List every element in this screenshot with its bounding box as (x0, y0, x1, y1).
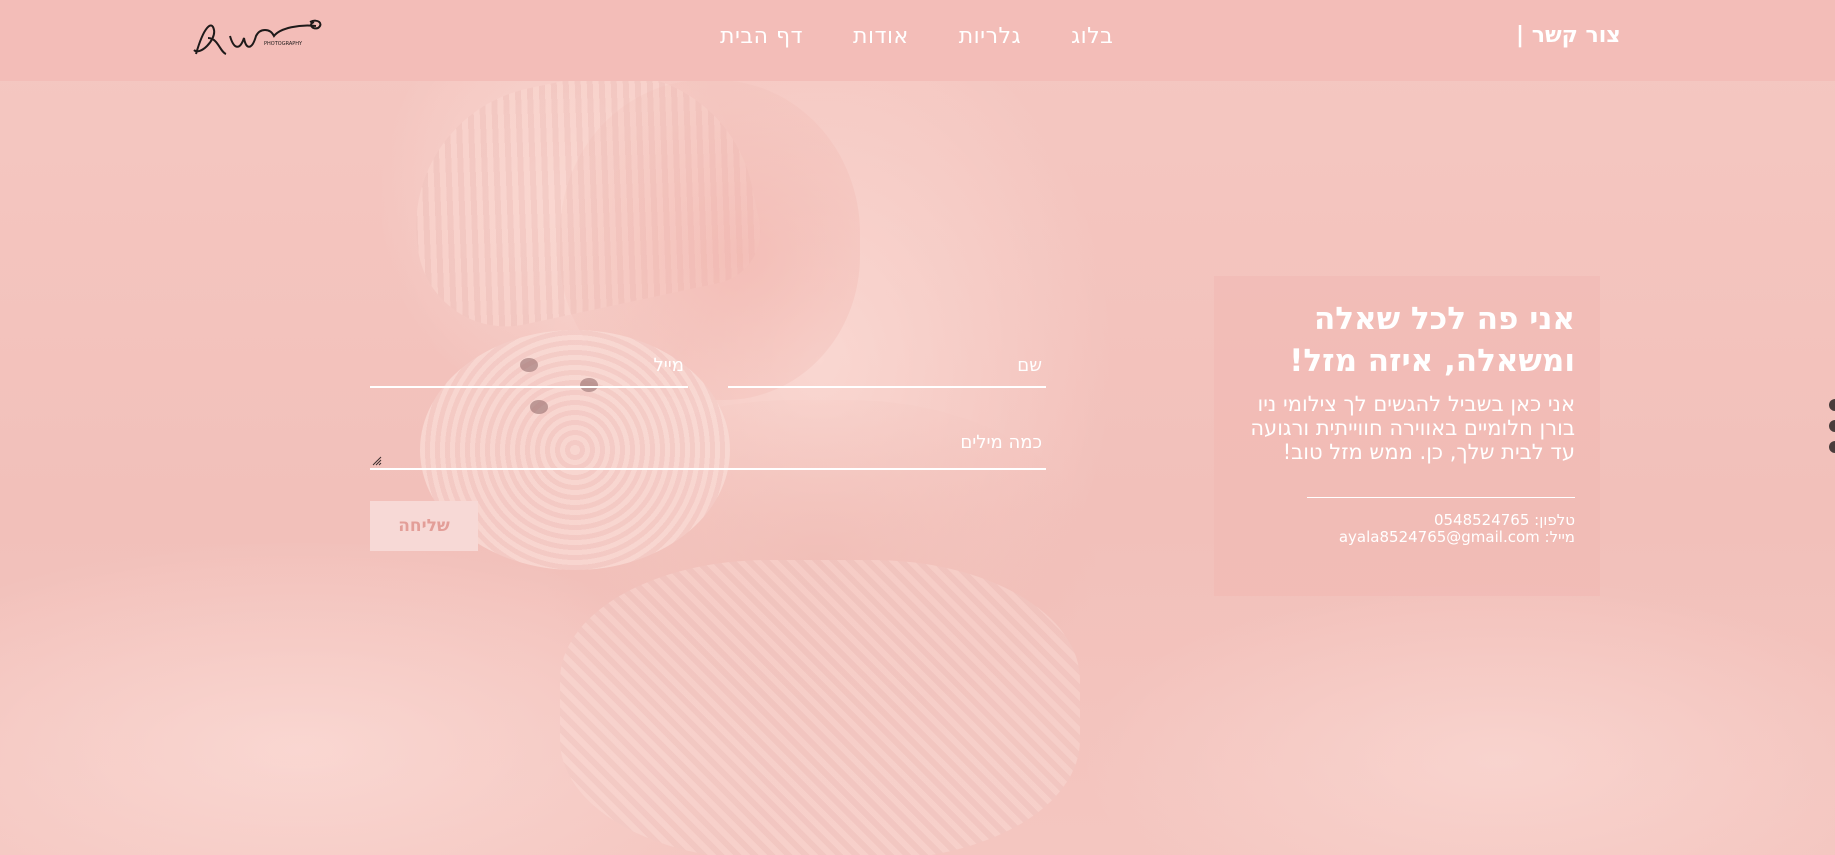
nav-item-about[interactable]: אודות (853, 24, 909, 49)
site-logo[interactable]: PHOTOGRAPHY (190, 16, 330, 62)
main-nav: דף הבית אודות גלריות בלוג (720, 24, 1113, 49)
nav-item-home[interactable]: דף הבית (720, 24, 803, 49)
section-dot[interactable] (1829, 420, 1835, 432)
card-text-line: אני כאן בשביל להגשים לך צילומי ניו (1257, 392, 1575, 416)
nav-item-blog[interactable]: בלוג (1071, 24, 1113, 49)
card-contact-details: טלפון: 0548524765 מייל: ayala8524765@gma… (1235, 512, 1575, 546)
message-textarea[interactable] (370, 424, 1046, 468)
email-text[interactable]: מייל: ayala8524765@gmail.com (1235, 529, 1575, 546)
card-text-line: עד לבית שלך, כן. ממש מזל טוב! (1282, 440, 1575, 464)
card-title: אני פה לכל שאלה ומשאלה, איזה מזל! (1235, 298, 1575, 382)
section-dots-nav (1829, 399, 1835, 462)
card-divider (1307, 497, 1575, 498)
submit-button[interactable]: שליחה (370, 501, 478, 551)
card-description: אני כאן בשביל להגשים לך צילומי ניו בורן … (1225, 392, 1575, 464)
name-input[interactable] (728, 344, 1046, 386)
site-header: PHOTOGRAPHY דף הבית אודות גלריות בלוג צו… (0, 0, 1835, 81)
card-title-line: ומשאלה, איזה מזל! (1289, 343, 1575, 379)
section-dot[interactable] (1829, 441, 1835, 453)
page: PHOTOGRAPHY דף הבית אודות גלריות בלוג צו… (0, 0, 1835, 855)
message-field (370, 424, 1046, 470)
nav-item-galleries[interactable]: גלריות (959, 24, 1021, 49)
section-dot[interactable] (1829, 399, 1835, 411)
resize-handle-icon[interactable] (372, 456, 382, 466)
name-field (728, 344, 1046, 388)
email-field (370, 344, 688, 388)
teddy-eye (530, 400, 548, 414)
phone-text: טלפון: 0548524765 (1433, 511, 1575, 529)
contact-info-card: אני פה לכל שאלה ומשאלה, איזה מזל! אני כא… (1214, 276, 1600, 596)
card-title-line: אני פה לכל שאלה (1313, 301, 1575, 337)
baby-wrap-image (560, 560, 1080, 855)
logo-text: PHOTOGRAPHY (264, 41, 303, 47)
card-text-line: בורן חלומיים באווירה חווייתית ורגועה (1250, 416, 1575, 440)
nav-item-contact[interactable]: צור קשר | (1516, 23, 1621, 48)
email-input[interactable] (370, 344, 688, 386)
